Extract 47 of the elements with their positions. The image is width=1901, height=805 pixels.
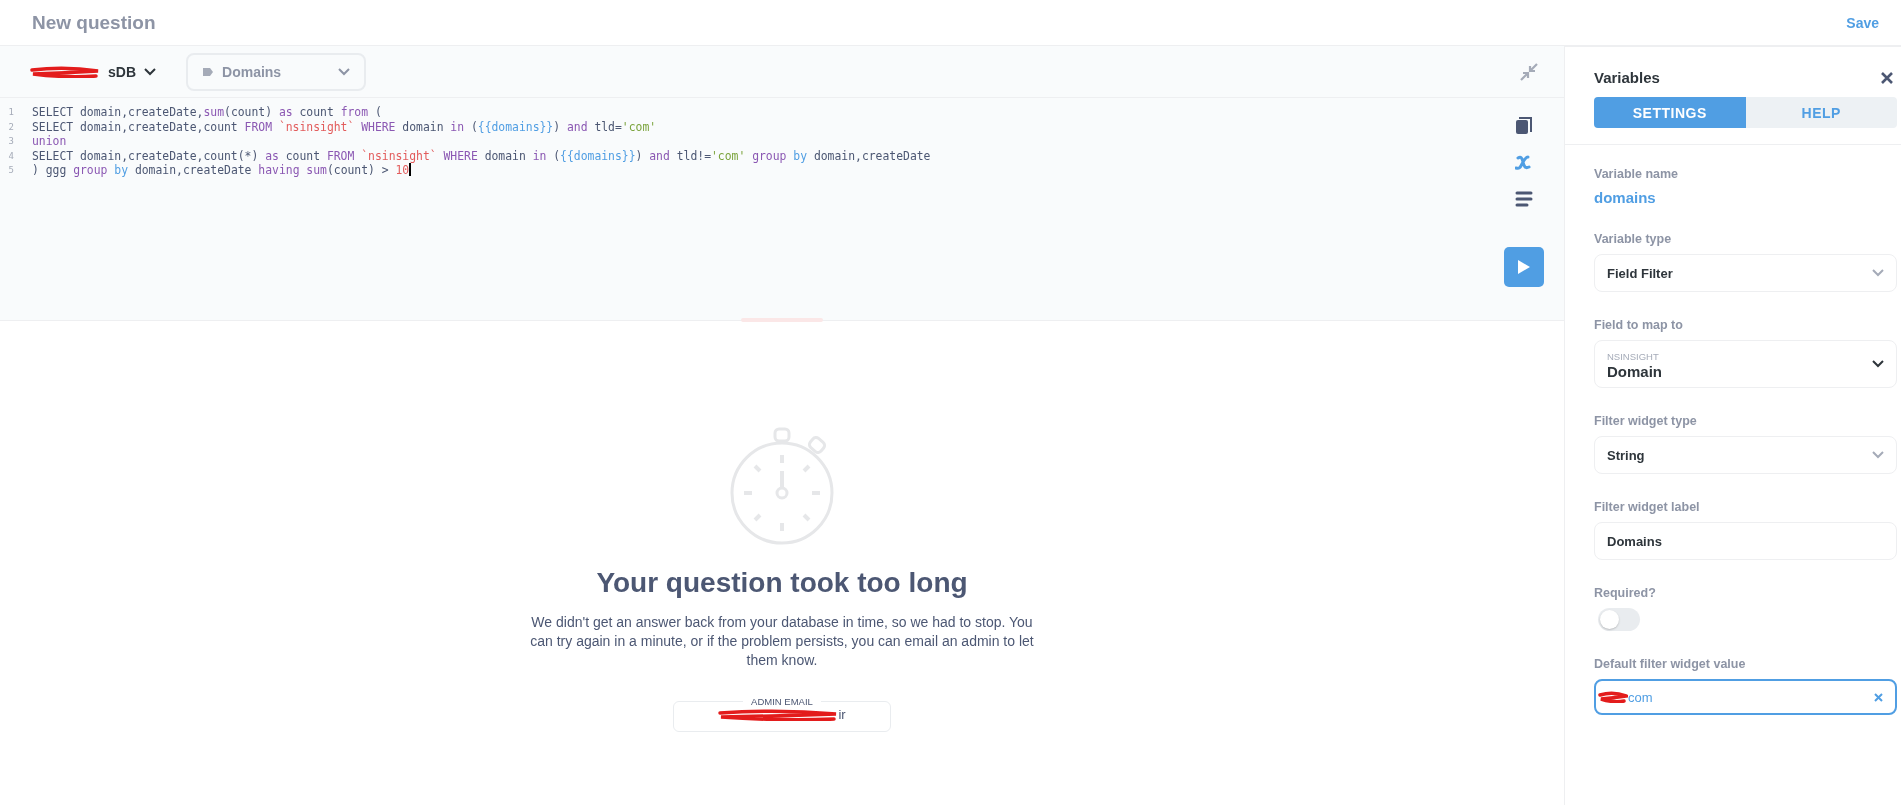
book-icon[interactable]: [1515, 116, 1533, 135]
code-line: ) ggg group by domain,createDate having sum(count) > 10: [32, 163, 410, 178]
redaction-mark: [30, 65, 100, 78]
toggle-switch[interactable]: [1598, 608, 1640, 631]
close-icon[interactable]: [1881, 71, 1893, 84]
line-number: 4: [7, 149, 14, 163]
field-label: Filter widget type: [1594, 414, 1698, 428]
line-number: 1: [7, 106, 14, 119]
play-icon: [1517, 259, 1531, 275]
text-cursor: [409, 163, 412, 176]
panel-title: Variables: [1594, 69, 1660, 86]
variable-icon[interactable]: [1515, 155, 1533, 171]
select-field[interactable]: String: [1594, 436, 1897, 474]
field-label: Filter widget label: [1594, 500, 1701, 514]
code-line: SELECT domain,createDate,count FROM `nsinsight` WHERE domain in ({{domains}}) and tld='com': [32, 119, 657, 134]
chevron-down-icon: [338, 67, 350, 76]
code-line: union: [32, 134, 67, 149]
line-number: 3: [7, 135, 14, 148]
run-button[interactable]: [1504, 247, 1544, 287]
field-label: Default filter widget value: [1594, 657, 1747, 671]
code-line: SELECT domain,createDate,sum(count) as count from (: [32, 105, 382, 120]
redaction-mark: [1598, 691, 1628, 703]
admin-email: ir: [838, 707, 846, 722]
database-picker[interactable]: sDB: [30, 63, 156, 80]
select-field[interactable]: Field Filter: [1594, 254, 1897, 292]
error-message: We didn't get an answer back from your database in time, so we had to stop. You can try again in a minute, or if the problem persists, you can email an admin to let them know.: [529, 613, 1035, 670]
field-label: Required?: [1594, 586, 1657, 600]
code-line: SELECT domain,createDate,count(*) as count FROM `nsinsight` WHERE domain in ({{domains}}) and tld!='com' group by domain,createDate: [32, 148, 931, 163]
format-icon[interactable]: [1515, 191, 1533, 207]
field-label: ADMIN EMAIL: [750, 696, 814, 707]
collapse-icon[interactable]: [1520, 62, 1538, 81]
page-title: New question: [32, 11, 156, 34]
chevron-down-icon: [1872, 360, 1884, 368]
chevron-down-icon: [1872, 269, 1884, 277]
field-label: Variable name: [1594, 167, 1680, 181]
line-number: 5: [7, 164, 14, 177]
error-title: Your question took too long: [596, 567, 968, 599]
chevron-down-icon: [144, 67, 156, 76]
line-number: 2: [7, 120, 14, 134]
stopwatch-icon: [728, 427, 836, 545]
variable-name: domains: [1594, 189, 1657, 206]
chevron-down-icon: [1872, 451, 1884, 459]
select-field[interactable]: NSINSIGHT Domain: [1594, 340, 1897, 388]
tag-icon: [202, 66, 214, 77]
field-label: Variable type: [1594, 232, 1673, 246]
input-field[interactable]: Domains: [1594, 522, 1897, 560]
field-label: Field to map to: [1594, 318, 1684, 332]
